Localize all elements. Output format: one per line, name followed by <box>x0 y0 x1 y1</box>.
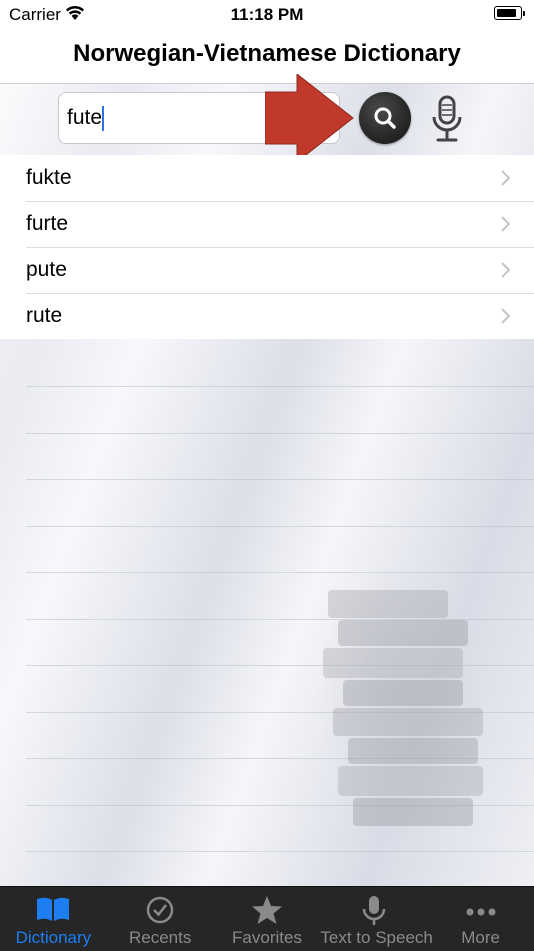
clock-check-icon <box>146 896 174 924</box>
book-icon <box>37 897 70 921</box>
microphone-button[interactable] <box>430 95 464 143</box>
tab-more[interactable]: More <box>427 887 534 951</box>
list-separator <box>26 526 534 527</box>
microphone-icon <box>362 896 386 925</box>
tab-recents[interactable]: Recents <box>107 887 214 951</box>
list-item-label: pute <box>26 258 67 281</box>
battery-level <box>497 9 516 17</box>
list-separator <box>26 386 534 387</box>
list-separator <box>26 572 534 573</box>
search-button[interactable] <box>359 92 411 144</box>
chevron-right-icon <box>501 308 510 324</box>
list-item-label: fukte <box>26 166 72 189</box>
arrow-right-icon <box>265 74 354 162</box>
tab-label: More <box>461 928 500 947</box>
page-title: Norwegian-Vietnamese Dictionary <box>73 40 461 67</box>
chevron-right-icon <box>501 262 510 278</box>
text-cursor <box>102 106 104 131</box>
tab-label: Favorites <box>232 928 302 947</box>
status-bar: Carrier 11:18 PM <box>0 0 534 30</box>
list-separator <box>26 433 534 434</box>
more-dots-icon <box>466 908 496 916</box>
tab-label: Recents <box>129 928 192 947</box>
list-item-label: rute <box>26 304 63 327</box>
magnifier-icon <box>374 107 396 129</box>
tab-bar: Dictionary Recents Favorites Text to Spe… <box>0 886 534 951</box>
tab-dictionary[interactable]: Dictionary <box>0 887 107 951</box>
results-list: fukte furte pute rute <box>0 155 534 339</box>
list-separator <box>26 479 534 480</box>
tab-text-to-speech[interactable]: Text to Speech <box>320 887 433 951</box>
list-item[interactable]: pute <box>0 247 534 293</box>
list-item[interactable]: fukte <box>0 155 534 201</box>
star-icon <box>251 896 282 924</box>
tab-label: Text to Speech <box>320 928 433 947</box>
search-area <box>0 74 534 162</box>
tab-favorites[interactable]: Favorites <box>214 887 321 951</box>
search-input[interactable] <box>67 103 267 133</box>
tab-label: Dictionary <box>15 928 92 947</box>
clock: 11:18 PM <box>230 5 304 24</box>
chevron-right-icon <box>501 216 510 232</box>
list-item-label: furte <box>26 212 69 235</box>
battery-icon <box>494 6 525 20</box>
list-item[interactable]: furte <box>0 201 534 247</box>
chevron-right-icon <box>501 170 510 186</box>
list-item[interactable]: rute <box>0 293 534 339</box>
list-separator <box>26 851 534 852</box>
books-watermark-icon <box>323 590 483 826</box>
